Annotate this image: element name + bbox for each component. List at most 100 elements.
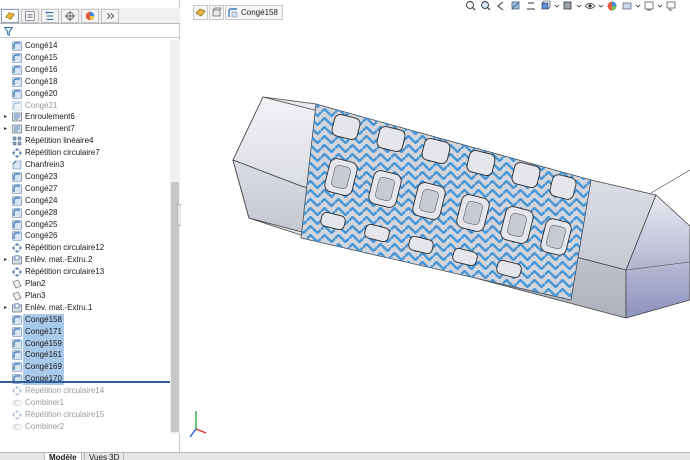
tree-item[interactable]: Congé18 <box>0 76 170 88</box>
tree-item-label: Congé25 <box>25 219 58 229</box>
tree-item[interactable]: Congé24 <box>0 195 170 207</box>
tree-item[interactable]: Plan3 <box>0 290 170 302</box>
circular-pattern-icon <box>12 386 22 396</box>
part-body[interactable] <box>232 96 690 319</box>
more-tabs[interactable] <box>101 9 119 23</box>
combine-icon <box>12 422 22 432</box>
tab-model[interactable]: Modèle <box>44 453 82 460</box>
tree-item[interactable]: Congé23 <box>0 171 170 183</box>
tree-item[interactable]: Répétition circulaire13 <box>0 266 170 278</box>
tree-item-label: Enlèv. mat.-Extru.1 <box>25 302 93 312</box>
tree-item[interactable]: Congé15 <box>0 52 170 64</box>
plane-icon <box>12 279 22 289</box>
tree-item[interactable]: Congé27 <box>0 183 170 195</box>
fillet-icon <box>12 362 22 373</box>
tree-item-label: Plan2 <box>25 279 46 288</box>
fillet-icon <box>12 88 22 99</box>
tree-item[interactable]: Congé169 <box>0 361 170 374</box>
tree-item[interactable]: Répétition linéaire4 <box>0 135 170 147</box>
tree-item[interactable]: Congé159 <box>0 337 170 350</box>
tree-item[interactable]: Congé171 <box>0 325 170 338</box>
tree-item-label: Congé18 <box>25 76 58 86</box>
expand-arrow-icon[interactable]: ▸ <box>4 256 10 264</box>
tree-item[interactable]: ▸ Enlèv. mat.-Extru.2 <box>0 254 170 266</box>
display-manager-tab-icon <box>85 11 95 21</box>
3d-model-viewport[interactable] <box>181 0 690 452</box>
expand-arrow-icon[interactable]: ▸ <box>4 125 10 133</box>
tree-item-label: Congé161 <box>23 349 64 362</box>
dimxpert-tab-icon <box>64 10 76 22</box>
tree-item-label: Plan3 <box>25 290 46 300</box>
fillet-icon <box>12 53 22 63</box>
tree-scrollbar[interactable] <box>170 40 180 434</box>
reference-triad-icon <box>189 411 207 438</box>
tree-item[interactable]: ▸ Enroulement6 <box>0 111 170 123</box>
tree-item[interactable]: Plan2 <box>0 278 170 290</box>
wrap-icon <box>12 112 22 122</box>
tree-item-label: Répétition linéaire4 <box>25 136 94 146</box>
tree-item[interactable]: Répétition circulaire7 <box>0 147 170 159</box>
tree-item-label: Répétition circulaire12 <box>25 243 105 253</box>
tree-item-label: Congé28 <box>25 207 58 217</box>
fillet-icon <box>12 338 22 349</box>
filter-row[interactable] <box>0 26 180 38</box>
expand-arrow-icon[interactable]: ▸ <box>4 304 10 312</box>
cut-extrude-icon <box>12 255 22 265</box>
tree-item[interactable]: Congé28 <box>0 207 170 219</box>
dimxpert-tab[interactable] <box>61 9 79 23</box>
tree-item[interactable]: Répétition circulaire14 <box>0 385 170 397</box>
tree-item[interactable]: Répétition circulaire15 <box>0 409 170 421</box>
tree-item[interactable]: ▸ Enlèv. mat.-Extru.1 <box>0 302 170 314</box>
tree-item[interactable]: Congé158 <box>0 313 170 326</box>
plane-icon <box>12 291 22 301</box>
tree-item-label: Enlèv. mat.-Extru.2 <box>25 255 93 265</box>
tree-item[interactable]: Chanfrein3 <box>0 159 170 171</box>
circular-pattern-icon <box>12 267 22 277</box>
fillet-icon <box>12 231 22 242</box>
display-manager-tab[interactable] <box>81 9 99 23</box>
tree-item[interactable]: Congé21 <box>0 100 170 112</box>
tree-item[interactable]: Congé14 <box>0 40 170 52</box>
configuration-manager-tab-icon <box>45 11 54 20</box>
expand-arrow-icon[interactable]: ▸ <box>4 113 10 121</box>
tree-item[interactable]: Répétition circulaire12 <box>0 242 170 254</box>
tree-item[interactable]: ▸ Enroulement7 <box>0 123 170 135</box>
fillet-icon <box>12 183 22 194</box>
tree-item[interactable]: Congé25 <box>0 219 170 231</box>
tree-item-label: Congé15 <box>25 52 58 62</box>
tree-item[interactable]: Combiner1 <box>0 397 170 409</box>
combine-icon <box>12 398 22 408</box>
filter-icon[interactable] <box>4 27 13 36</box>
tree-item[interactable]: Combiner2 <box>0 421 170 433</box>
tree-item[interactable]: Congé26 <box>0 230 170 242</box>
fillet-icon <box>12 195 22 206</box>
tree-item[interactable]: Congé20 <box>0 88 170 100</box>
fillet-icon <box>12 76 22 87</box>
tree-item[interactable]: Congé170 <box>0 373 170 386</box>
chamfer-icon <box>12 160 22 170</box>
property-manager-tab[interactable] <box>21 9 39 23</box>
tree-item[interactable]: Congé161 <box>0 349 170 362</box>
tree-item-label: Congé23 <box>25 171 58 181</box>
rollback-bar[interactable] <box>0 381 170 383</box>
tab-3d-views[interactable]: Vues 3D <box>84 453 125 460</box>
tree-item-label: Congé20 <box>25 88 58 98</box>
tree-item-label: Enroulement6 <box>25 112 75 122</box>
tree-item-label: Congé171 <box>23 325 64 338</box>
feature-manager-tab[interactable] <box>1 9 19 23</box>
fillet-icon <box>12 41 22 51</box>
graphics-area[interactable]: Congé158 <box>181 0 690 452</box>
tree-item-label: Répétition circulaire13 <box>25 267 105 277</box>
fillet-icon <box>12 326 22 337</box>
solidworks-window: Congé14 Congé15 Congé16 Congé18 Congé20 Congé… <box>0 0 690 460</box>
cut-extrude-icon <box>12 303 22 313</box>
bottom-tab-bar: Modèle Vues 3D <box>0 452 690 460</box>
manager-tab-bar <box>0 8 180 24</box>
tree-item[interactable]: Congé16 <box>0 64 170 76</box>
configuration-manager-tab[interactable] <box>41 9 59 23</box>
tree-item-label: Enroulement7 <box>25 124 75 134</box>
tree-item-label: Chanfrein3 <box>25 160 65 169</box>
fillet-icon <box>12 219 22 230</box>
tree-item-label: Congé14 <box>25 41 58 50</box>
tree-item-label: Congé27 <box>25 183 58 193</box>
